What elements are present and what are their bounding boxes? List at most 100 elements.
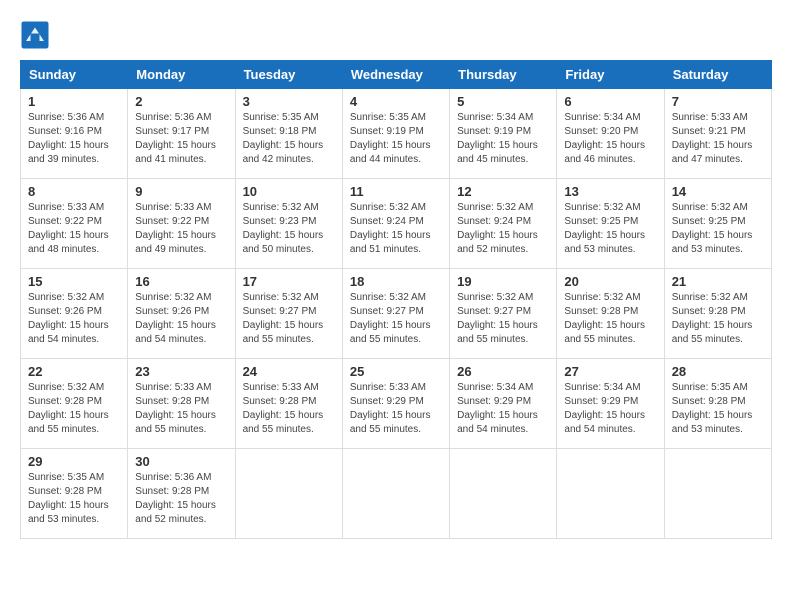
column-header-thursday: Thursday — [450, 61, 557, 89]
day-cell-3: 3 Sunrise: 5:35 AMSunset: 9:18 PMDayligh… — [235, 89, 342, 179]
day-info: Sunrise: 5:32 AMSunset: 9:23 PMDaylight:… — [243, 202, 324, 255]
day-cell-22: 22 Sunrise: 5:32 AMSunset: 9:28 PMDaylig… — [21, 359, 128, 449]
day-info: Sunrise: 5:32 AMSunset: 9:25 PMDaylight:… — [672, 202, 753, 255]
day-number: 17 — [243, 274, 335, 289]
day-cell-1: 1 Sunrise: 5:36 AMSunset: 9:16 PMDayligh… — [21, 89, 128, 179]
day-cell-16: 16 Sunrise: 5:32 AMSunset: 9:26 PMDaylig… — [128, 269, 235, 359]
column-header-wednesday: Wednesday — [342, 61, 449, 89]
week-row-1: 1 Sunrise: 5:36 AMSunset: 9:16 PMDayligh… — [21, 89, 772, 179]
day-cell-19: 19 Sunrise: 5:32 AMSunset: 9:27 PMDaylig… — [450, 269, 557, 359]
day-cell-23: 23 Sunrise: 5:33 AMSunset: 9:28 PMDaylig… — [128, 359, 235, 449]
day-cell-6: 6 Sunrise: 5:34 AMSunset: 9:20 PMDayligh… — [557, 89, 664, 179]
day-number: 25 — [350, 364, 442, 379]
day-number: 7 — [672, 94, 764, 109]
logo-icon — [20, 20, 50, 50]
day-info: Sunrise: 5:36 AMSunset: 9:16 PMDaylight:… — [28, 112, 109, 165]
day-cell-30: 30 Sunrise: 5:36 AMSunset: 9:28 PMDaylig… — [128, 449, 235, 539]
day-number: 29 — [28, 454, 120, 469]
day-number: 19 — [457, 274, 549, 289]
day-number: 14 — [672, 184, 764, 199]
day-number: 22 — [28, 364, 120, 379]
day-info: Sunrise: 5:35 AMSunset: 9:18 PMDaylight:… — [243, 112, 324, 165]
day-info: Sunrise: 5:32 AMSunset: 9:28 PMDaylight:… — [564, 292, 645, 345]
calendar-body: 1 Sunrise: 5:36 AMSunset: 9:16 PMDayligh… — [21, 89, 772, 539]
day-cell-17: 17 Sunrise: 5:32 AMSunset: 9:27 PMDaylig… — [235, 269, 342, 359]
day-number: 11 — [350, 184, 442, 199]
day-info: Sunrise: 5:32 AMSunset: 9:25 PMDaylight:… — [564, 202, 645, 255]
day-cell-8: 8 Sunrise: 5:33 AMSunset: 9:22 PMDayligh… — [21, 179, 128, 269]
day-number: 26 — [457, 364, 549, 379]
day-cell-29: 29 Sunrise: 5:35 AMSunset: 9:28 PMDaylig… — [21, 449, 128, 539]
day-cell-5: 5 Sunrise: 5:34 AMSunset: 9:19 PMDayligh… — [450, 89, 557, 179]
day-number: 1 — [28, 94, 120, 109]
day-info: Sunrise: 5:35 AMSunset: 9:28 PMDaylight:… — [672, 382, 753, 435]
column-header-saturday: Saturday — [664, 61, 771, 89]
day-info: Sunrise: 5:35 AMSunset: 9:28 PMDaylight:… — [28, 472, 109, 525]
day-info: Sunrise: 5:33 AMSunset: 9:22 PMDaylight:… — [28, 202, 109, 255]
empty-cell — [342, 449, 449, 539]
day-info: Sunrise: 5:34 AMSunset: 9:29 PMDaylight:… — [564, 382, 645, 435]
day-info: Sunrise: 5:33 AMSunset: 9:29 PMDaylight:… — [350, 382, 431, 435]
day-number: 6 — [564, 94, 656, 109]
day-info: Sunrise: 5:32 AMSunset: 9:28 PMDaylight:… — [28, 382, 109, 435]
week-row-3: 15 Sunrise: 5:32 AMSunset: 9:26 PMDaylig… — [21, 269, 772, 359]
day-number: 8 — [28, 184, 120, 199]
day-number: 9 — [135, 184, 227, 199]
day-number: 15 — [28, 274, 120, 289]
day-cell-9: 9 Sunrise: 5:33 AMSunset: 9:22 PMDayligh… — [128, 179, 235, 269]
day-number: 30 — [135, 454, 227, 469]
column-header-friday: Friday — [557, 61, 664, 89]
day-info: Sunrise: 5:33 AMSunset: 9:21 PMDaylight:… — [672, 112, 753, 165]
day-info: Sunrise: 5:32 AMSunset: 9:27 PMDaylight:… — [243, 292, 324, 345]
day-cell-21: 21 Sunrise: 5:32 AMSunset: 9:28 PMDaylig… — [664, 269, 771, 359]
day-number: 21 — [672, 274, 764, 289]
day-info: Sunrise: 5:33 AMSunset: 9:28 PMDaylight:… — [135, 382, 216, 435]
day-cell-12: 12 Sunrise: 5:32 AMSunset: 9:24 PMDaylig… — [450, 179, 557, 269]
day-info: Sunrise: 5:36 AMSunset: 9:17 PMDaylight:… — [135, 112, 216, 165]
day-info: Sunrise: 5:32 AMSunset: 9:27 PMDaylight:… — [350, 292, 431, 345]
day-info: Sunrise: 5:35 AMSunset: 9:19 PMDaylight:… — [350, 112, 431, 165]
day-number: 18 — [350, 274, 442, 289]
day-number: 27 — [564, 364, 656, 379]
day-cell-27: 27 Sunrise: 5:34 AMSunset: 9:29 PMDaylig… — [557, 359, 664, 449]
day-number: 13 — [564, 184, 656, 199]
column-header-tuesday: Tuesday — [235, 61, 342, 89]
empty-cell — [557, 449, 664, 539]
day-cell-28: 28 Sunrise: 5:35 AMSunset: 9:28 PMDaylig… — [664, 359, 771, 449]
header-row: SundayMondayTuesdayWednesdayThursdayFrid… — [21, 61, 772, 89]
week-row-4: 22 Sunrise: 5:32 AMSunset: 9:28 PMDaylig… — [21, 359, 772, 449]
day-cell-13: 13 Sunrise: 5:32 AMSunset: 9:25 PMDaylig… — [557, 179, 664, 269]
page-header — [20, 20, 772, 50]
empty-cell — [235, 449, 342, 539]
day-info: Sunrise: 5:36 AMSunset: 9:28 PMDaylight:… — [135, 472, 216, 525]
day-number: 3 — [243, 94, 335, 109]
week-row-5: 29 Sunrise: 5:35 AMSunset: 9:28 PMDaylig… — [21, 449, 772, 539]
day-number: 16 — [135, 274, 227, 289]
day-cell-11: 11 Sunrise: 5:32 AMSunset: 9:24 PMDaylig… — [342, 179, 449, 269]
day-cell-14: 14 Sunrise: 5:32 AMSunset: 9:25 PMDaylig… — [664, 179, 771, 269]
day-number: 20 — [564, 274, 656, 289]
day-info: Sunrise: 5:34 AMSunset: 9:20 PMDaylight:… — [564, 112, 645, 165]
day-cell-10: 10 Sunrise: 5:32 AMSunset: 9:23 PMDaylig… — [235, 179, 342, 269]
day-info: Sunrise: 5:34 AMSunset: 9:19 PMDaylight:… — [457, 112, 538, 165]
day-info: Sunrise: 5:32 AMSunset: 9:28 PMDaylight:… — [672, 292, 753, 345]
column-header-sunday: Sunday — [21, 61, 128, 89]
day-number: 4 — [350, 94, 442, 109]
day-cell-15: 15 Sunrise: 5:32 AMSunset: 9:26 PMDaylig… — [21, 269, 128, 359]
day-number: 28 — [672, 364, 764, 379]
day-cell-4: 4 Sunrise: 5:35 AMSunset: 9:19 PMDayligh… — [342, 89, 449, 179]
day-info: Sunrise: 5:34 AMSunset: 9:29 PMDaylight:… — [457, 382, 538, 435]
day-number: 10 — [243, 184, 335, 199]
day-cell-7: 7 Sunrise: 5:33 AMSunset: 9:21 PMDayligh… — [664, 89, 771, 179]
day-info: Sunrise: 5:32 AMSunset: 9:26 PMDaylight:… — [135, 292, 216, 345]
day-number: 24 — [243, 364, 335, 379]
day-cell-2: 2 Sunrise: 5:36 AMSunset: 9:17 PMDayligh… — [128, 89, 235, 179]
logo — [20, 20, 52, 50]
day-info: Sunrise: 5:32 AMSunset: 9:24 PMDaylight:… — [350, 202, 431, 255]
column-header-monday: Monday — [128, 61, 235, 89]
day-number: 5 — [457, 94, 549, 109]
empty-cell — [664, 449, 771, 539]
day-info: Sunrise: 5:33 AMSunset: 9:22 PMDaylight:… — [135, 202, 216, 255]
day-info: Sunrise: 5:32 AMSunset: 9:27 PMDaylight:… — [457, 292, 538, 345]
day-cell-25: 25 Sunrise: 5:33 AMSunset: 9:29 PMDaylig… — [342, 359, 449, 449]
